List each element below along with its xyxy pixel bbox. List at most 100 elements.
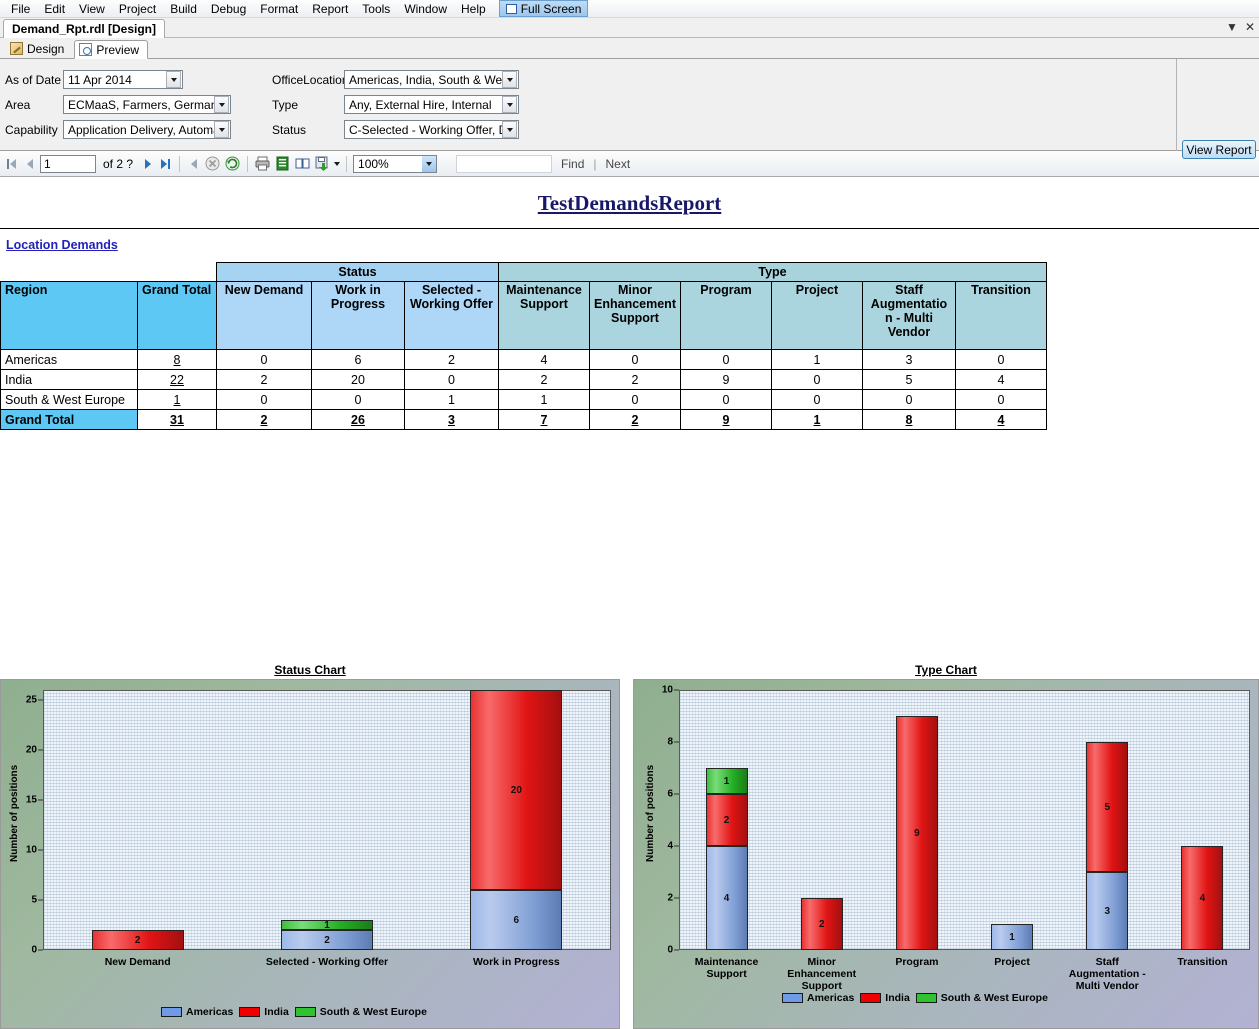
bar-value-label: 4	[723, 893, 730, 904]
chevron-down-icon[interactable]	[502, 96, 517, 113]
cell-program[interactable]: 9	[680, 409, 772, 430]
bar-segment[interactable]: 4	[1181, 846, 1224, 950]
x-tick-label: Project	[994, 956, 1030, 968]
print-layout-icon[interactable]	[274, 155, 291, 172]
print-icon[interactable]	[254, 155, 271, 172]
param-office-location-select[interactable]: Americas, India, South & West	[344, 70, 519, 89]
bar-segment[interactable]: 3	[1086, 872, 1129, 950]
menu-item-format[interactable]: Format	[253, 1, 305, 17]
bar-segment[interactable]: 4	[705, 846, 748, 950]
cell-maintenance-support[interactable]: 7	[498, 409, 590, 430]
page-setup-icon[interactable]	[294, 155, 311, 172]
cell-minor-enhancement-support[interactable]: 2	[589, 409, 681, 430]
legend-item: India	[860, 992, 910, 1004]
chevron-down-icon[interactable]	[502, 121, 517, 138]
bar-segment[interactable]: 20	[470, 690, 563, 890]
zoom-select[interactable]: 100%	[353, 154, 438, 173]
chevron-down-icon[interactable]	[166, 71, 181, 88]
menu-item-project[interactable]: Project	[112, 1, 163, 17]
view-report-button[interactable]: View Report	[1182, 140, 1256, 159]
export-dropdown-icon[interactable]	[334, 161, 341, 166]
cell-program: 0	[680, 349, 772, 370]
bar-segment[interactable]: 6	[470, 890, 563, 950]
param-as-of-date-select[interactable]: 11 Apr 2014	[63, 70, 183, 89]
cell-staff-augmentation: 5	[862, 369, 956, 390]
chevron-down-icon[interactable]	[422, 155, 437, 172]
bar-segment[interactable]: 5	[1086, 742, 1129, 872]
chevron-down-icon[interactable]	[214, 121, 229, 138]
menu-item-window[interactable]: Window	[397, 1, 454, 17]
bar-segment[interactable]: 2	[800, 898, 843, 950]
cell-staff-augmentation: 0	[862, 389, 956, 410]
menu-item-report[interactable]: Report	[305, 1, 355, 17]
next-page-button[interactable]	[140, 156, 155, 171]
refresh-icon[interactable]	[224, 155, 241, 172]
bar-segment[interactable]: 2	[91, 930, 184, 950]
bar-segment[interactable]: 1	[705, 768, 748, 794]
stop-icon[interactable]	[204, 155, 221, 172]
x-tick-label: Staff Augmentation - Multi Vendor	[1068, 956, 1146, 992]
bar-segment[interactable]: 1	[991, 924, 1034, 950]
tab-design[interactable]: Design	[6, 39, 72, 58]
bar-segment[interactable]: 2	[705, 794, 748, 846]
param-type-select[interactable]: Any, External Hire, Internal	[344, 95, 519, 114]
export-save-icon[interactable]	[314, 155, 331, 172]
cell-work-in-progress[interactable]: 26	[311, 409, 405, 430]
cell-new-demand[interactable]: 2	[216, 409, 312, 430]
menu-item-build[interactable]: Build	[163, 1, 204, 17]
location-demands-link[interactable]: Location Demands	[6, 238, 118, 252]
param-status-select[interactable]: C-Selected - Working Offer, D-	[344, 120, 519, 139]
bar-value-label: 2	[818, 919, 825, 930]
cell-work-in-progress: 6	[311, 349, 405, 370]
last-page-button[interactable]	[158, 156, 173, 171]
cell-transition[interactable]: 4	[955, 409, 1047, 430]
param-type-value: Any, External Hire, Internal	[349, 97, 492, 112]
cell-project[interactable]: 1	[771, 409, 863, 430]
menu-item-debug[interactable]: Debug	[204, 1, 253, 17]
y-tick-mark	[38, 699, 43, 701]
menu-item-help[interactable]: Help	[454, 1, 493, 17]
cell-grand-total[interactable]: 8	[137, 349, 217, 370]
document-tab[interactable]: Demand_Rpt.rdl [Design]	[3, 19, 166, 38]
cell-grand-total[interactable]: 31	[137, 409, 217, 430]
previous-page-button[interactable]	[22, 156, 37, 171]
find-input[interactable]	[456, 154, 553, 173]
preview-magnifier-icon	[79, 43, 93, 56]
first-page-button[interactable]	[4, 156, 19, 171]
chevron-down-icon[interactable]	[502, 71, 517, 88]
row-region: Grand Total	[0, 409, 138, 430]
menu-item-view[interactable]: View	[72, 1, 112, 17]
full-screen-button[interactable]: Full Screen	[498, 0, 589, 17]
menu-item-tools[interactable]: Tools	[355, 1, 397, 17]
group-header-spacer-region	[0, 262, 138, 282]
param-capability-select[interactable]: Application Delivery, Automatic	[63, 120, 231, 139]
bar-segment[interactable]: 1	[281, 920, 373, 931]
cell-staff-augmentation[interactable]: 8	[862, 409, 956, 430]
tab-preview[interactable]: Preview	[74, 40, 149, 59]
find-next-button[interactable]: Next	[600, 157, 637, 171]
close-icon[interactable]: ✕	[1245, 20, 1255, 34]
cell-maintenance-support: 4	[498, 349, 590, 370]
type-chart[interactable]: Number of positions 0 2 4 6 8 10 421291354 Ma…	[633, 679, 1259, 1029]
page-number-input[interactable]: 1	[40, 154, 96, 173]
bar-value-label: 2	[134, 935, 141, 946]
cell-selected-working-offer[interactable]: 3	[404, 409, 499, 430]
cell-project: 0	[771, 369, 863, 390]
chevron-down-icon[interactable]	[214, 96, 229, 113]
back-to-parent-button[interactable]	[186, 156, 201, 171]
find-button[interactable]: Find	[555, 157, 590, 171]
menu-item-edit[interactable]: Edit	[37, 1, 72, 17]
bar-value-label: 3	[1104, 906, 1111, 917]
col-header-program: Program	[680, 281, 772, 350]
tab-dropdown-icon[interactable]: ▼	[1226, 20, 1238, 34]
status-chart[interactable]: Number of positions 0 5 10 15 20 25 2 2 1 6 20 Ne…	[0, 679, 620, 1029]
bar-segment[interactable]: 2	[281, 930, 373, 950]
bar-segment[interactable]: 9	[895, 716, 938, 950]
type-chart-plot-area	[679, 690, 1250, 950]
cell-grand-total[interactable]: 22	[137, 369, 217, 390]
param-area-select[interactable]: ECMaaS, Farmers, Germany, I	[63, 95, 231, 114]
menu-item-file[interactable]: File	[4, 1, 37, 17]
cell-grand-total[interactable]: 1	[137, 389, 217, 410]
legend-swatch	[161, 1007, 182, 1017]
y-tick-label: 0	[667, 944, 673, 956]
